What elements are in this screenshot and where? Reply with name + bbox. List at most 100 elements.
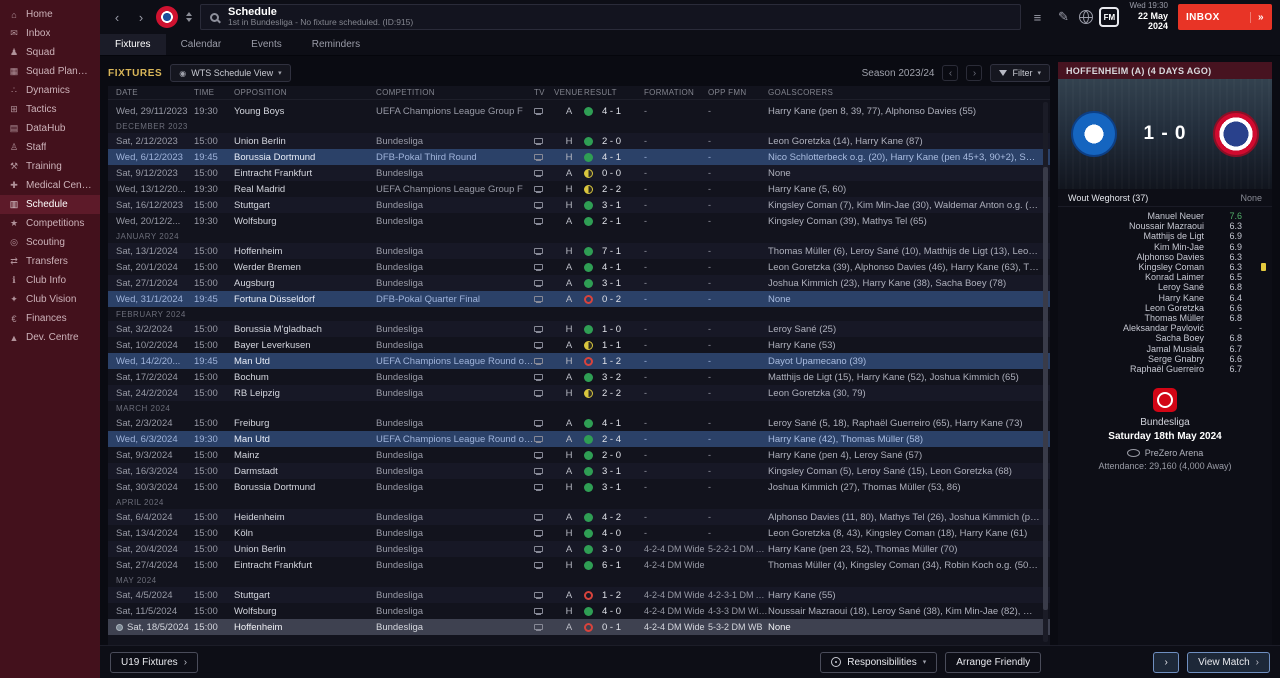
match-panel-header[interactable]: HOFFENHEIM (A) (4 DAYS AGO) [1058, 62, 1272, 79]
player-rating-row[interactable]: Aleksandar Pavlović - [1068, 323, 1266, 333]
player-rating-row[interactable]: Noussair Mazraoui 6.3 [1068, 221, 1266, 231]
fixture-row[interactable]: Sat, 9/12/2023 15:00 Eintracht Frankfurt Bu… [108, 165, 1050, 181]
tab-events[interactable]: Events [236, 34, 297, 55]
sidebar-item-club-info[interactable]: ℹ Club Info [0, 271, 100, 290]
bayern-crest[interactable] [156, 6, 178, 28]
sidebar-item-finances[interactable]: € Finances [0, 309, 100, 328]
schedule-view-dropdown[interactable]: ◉ WTS Schedule View ▾ [170, 64, 291, 82]
sidebar-item-competitions[interactable]: ★ Competitions [0, 214, 100, 233]
fixture-row[interactable]: Sat, 4/5/2024 15:00 Stuttgart Bundesliga A 1 … [108, 587, 1050, 603]
back-button[interactable]: ‹ [108, 7, 126, 27]
sidebar-item-club-vision[interactable]: ✦ Club Vision [0, 290, 100, 309]
fixture-row[interactable]: Sat, 20/1/2024 15:00 Werder Bremen Bundesli… [108, 259, 1050, 275]
column-header-opposition[interactable]: OPPOSITION [234, 88, 376, 97]
player-rating-row[interactable]: Kingsley Coman 6.3 [1068, 262, 1266, 272]
fixture-date: Sat, 24/2/2024 [116, 388, 194, 399]
player-rating-row[interactable]: Leon Goretzka 6.6 [1068, 303, 1266, 313]
column-header-goalscorers[interactable]: GOALSCORERS [768, 88, 1040, 97]
menu-icon[interactable]: ≡ [1027, 10, 1047, 25]
fixture-row[interactable]: Wed, 13/12/20... 19:30 Real Madrid UEFA Cha… [108, 181, 1050, 197]
sidebar-item-home[interactable]: ⌂ Home [0, 5, 100, 24]
fixture-row[interactable]: Sat, 2/12/2023 15:00 Union Berlin Bundeslig… [108, 133, 1050, 149]
player-rating-row[interactable]: Matthijs de Ligt 6.9 [1068, 231, 1266, 241]
scrollbar-thumb[interactable] [1043, 166, 1048, 610]
fixture-row[interactable]: Sat, 30/3/2024 15:00 Borussia Dortmund Bund… [108, 479, 1050, 495]
fixture-row[interactable]: Sat, 13/1/2024 15:00 Hoffenheim Bundesliga H… [108, 243, 1050, 259]
sidebar-item-training[interactable]: ⚒ Training [0, 157, 100, 176]
sidebar-item-medical-centre[interactable]: ✚ Medical Centre [0, 176, 100, 195]
sidebar-item-dev-centre[interactable]: ▲ Dev. Centre [0, 328, 100, 347]
fixture-row[interactable]: Sat, 24/2/2024 15:00 RB Leipzig Bundesliga H… [108, 385, 1050, 401]
table-scrollbar[interactable] [1043, 102, 1048, 642]
fixture-row[interactable]: Sat, 17/2/2024 15:00 Bochum Bundesliga A 3 - … [108, 369, 1050, 385]
column-header-time[interactable]: TIME [194, 88, 234, 97]
fixture-row[interactable]: Sat, 6/4/2024 15:00 Heidenheim Bundesliga A 4… [108, 509, 1050, 525]
column-header-date[interactable]: DATE [116, 88, 194, 97]
player-rating-row[interactable]: Manuel Neuer 7.6 [1068, 211, 1266, 221]
globe-icon[interactable] [1079, 10, 1094, 24]
fixture-row[interactable]: Sat, 9/3/2024 15:00 Mainz Bundesliga H 2 - 0 -… [108, 447, 1050, 463]
tab-reminders[interactable]: Reminders [297, 34, 375, 55]
sidebar-item-inbox[interactable]: ✉ Inbox [0, 24, 100, 43]
sidebar-item-schedule[interactable]: ▥ Schedule [0, 195, 100, 214]
sidebar-item-squad-planner[interactable]: ▦ Squad Planner [0, 62, 100, 81]
arrange-friendly-button[interactable]: Arrange Friendly [945, 651, 1042, 673]
player-rating-row[interactable]: Konrad Laimer 6.5 [1068, 272, 1266, 282]
fixture-row[interactable]: Sat, 16/12/2023 15:00 Stuttgart Bundesliga H… [108, 197, 1050, 213]
sidebar-item-tactics[interactable]: ⊞ Tactics [0, 100, 100, 119]
fixture-row[interactable]: Sat, 27/4/2024 15:00 Eintracht Frankfurt Bu… [108, 557, 1050, 573]
fixture-row[interactable]: Sat, 2/3/2024 15:00 Freiburg Bundesliga A 4 -… [108, 415, 1050, 431]
edit-icon[interactable]: ✎ [1053, 9, 1073, 25]
title-search-bar[interactable]: Schedule 1st in Bundesliga - No fixture … [200, 4, 1022, 30]
player-rating-row[interactable]: Raphaël Guerreiro 6.7 [1068, 364, 1266, 374]
fixture-row[interactable]: Sat, 10/2/2024 15:00 Bayer Leverkusen Bunde… [108, 337, 1050, 353]
forward-button[interactable]: › [132, 7, 150, 27]
sidebar-item-squad[interactable]: ♟ Squad [0, 43, 100, 62]
sidebar-item-label: Staff [26, 142, 47, 153]
inbox-button[interactable]: INBOX » [1178, 4, 1272, 30]
fixture-row[interactable]: Wed, 6/12/2023 19:45 Borussia Dortmund DFB-… [108, 149, 1050, 165]
tab-fixtures[interactable]: Fixtures [100, 34, 166, 55]
column-header-opp-fmn[interactable]: OPP FMN [708, 88, 768, 97]
responsibilities-dropdown[interactable]: Responsibilities ▾ [820, 651, 938, 673]
sidebar-item-staff[interactable]: ♙ Staff [0, 138, 100, 157]
column-header-venue[interactable]: VENUE [554, 88, 584, 97]
player-rating-row[interactable]: Thomas Müller 6.8 [1068, 313, 1266, 323]
fixture-row[interactable]: Wed, 14/2/20... 19:45 Man Utd UEFA Champion… [108, 353, 1050, 369]
u19-fixtures-button[interactable]: U19 Fixtures › [110, 651, 199, 673]
player-rating-row[interactable]: Harry Kane 6.4 [1068, 293, 1266, 303]
column-header-competition[interactable]: COMPETITION [376, 88, 534, 97]
player-rating-row[interactable]: Serge Gnabry 6.6 [1068, 354, 1266, 364]
column-header-result[interactable]: RESULT [584, 88, 644, 97]
next-season-button[interactable]: › [966, 65, 983, 81]
view-match-button[interactable]: View Match › [1187, 651, 1270, 673]
fixture-row[interactable]: Wed, 6/3/2024 19:30 Man Utd UEFA Champions … [108, 431, 1050, 447]
player-rating-row[interactable]: Leroy Sané 6.8 [1068, 282, 1266, 292]
player-rating-row[interactable]: Jamal Musiala 6.7 [1068, 343, 1266, 354]
column-header-formation[interactable]: FORMATION [644, 88, 708, 97]
player-rating-row[interactable]: Alphonso Davies 6.3 [1068, 252, 1266, 262]
fixture-row[interactable]: Wed, 31/1/2024 19:45 Fortuna Düsseldorf DFB… [108, 291, 1050, 307]
sidebar-item-transfers[interactable]: ⇄ Transfers [0, 252, 100, 271]
fixture-row[interactable]: Sat, 18/5/2024 15:00 Hoffenheim Bundesliga A… [108, 619, 1050, 635]
fixture-row[interactable]: Sat, 20/4/2024 15:00 Union Berlin Bundeslig… [108, 541, 1050, 557]
sidebar-item-scouting[interactable]: ◎ Scouting [0, 233, 100, 252]
sidebar-item-dynamics[interactable]: ∴ Dynamics [0, 81, 100, 100]
tab-calendar[interactable]: Calendar [166, 34, 237, 55]
fixture-row[interactable]: Sat, 27/1/2024 15:00 Augsburg Bundesliga A 3 … [108, 275, 1050, 291]
filter-dropdown[interactable]: Filter ▾ [990, 64, 1050, 82]
next-button[interactable]: › [1153, 651, 1180, 673]
team-switcher[interactable] [184, 12, 194, 22]
column-header-tv[interactable]: TV [534, 88, 554, 97]
fixture-row[interactable]: Sat, 3/2/2024 15:00 Borussia M'gladbach Bun… [108, 321, 1050, 337]
fixture-row[interactable]: Wed, 29/11/2023 19:30 Young Boys UEFA Champ… [108, 103, 1050, 119]
player-rating-row[interactable]: Sacha Boey 6.8 [1068, 333, 1266, 343]
sidebar-item-datahub[interactable]: ▤ DataHub [0, 119, 100, 138]
player-rating-row[interactable]: Kim Min-Jae 6.9 [1068, 242, 1266, 252]
fixture-row[interactable]: Sat, 11/5/2024 15:00 Wolfsburg Bundesliga H 4… [108, 603, 1050, 619]
fixture-row[interactable]: Sat, 16/3/2024 15:00 Darmstadt Bundesliga A 3… [108, 463, 1050, 479]
fm-logo[interactable]: FM [1099, 7, 1120, 27]
fixture-row[interactable]: Wed, 20/12/2... 19:30 Wolfsburg Bundesliga A… [108, 213, 1050, 229]
fixture-row[interactable]: Sat, 13/4/2024 15:00 Köln Bundesliga H 4 - 0 -… [108, 525, 1050, 541]
prev-season-button[interactable]: ‹ [942, 65, 959, 81]
